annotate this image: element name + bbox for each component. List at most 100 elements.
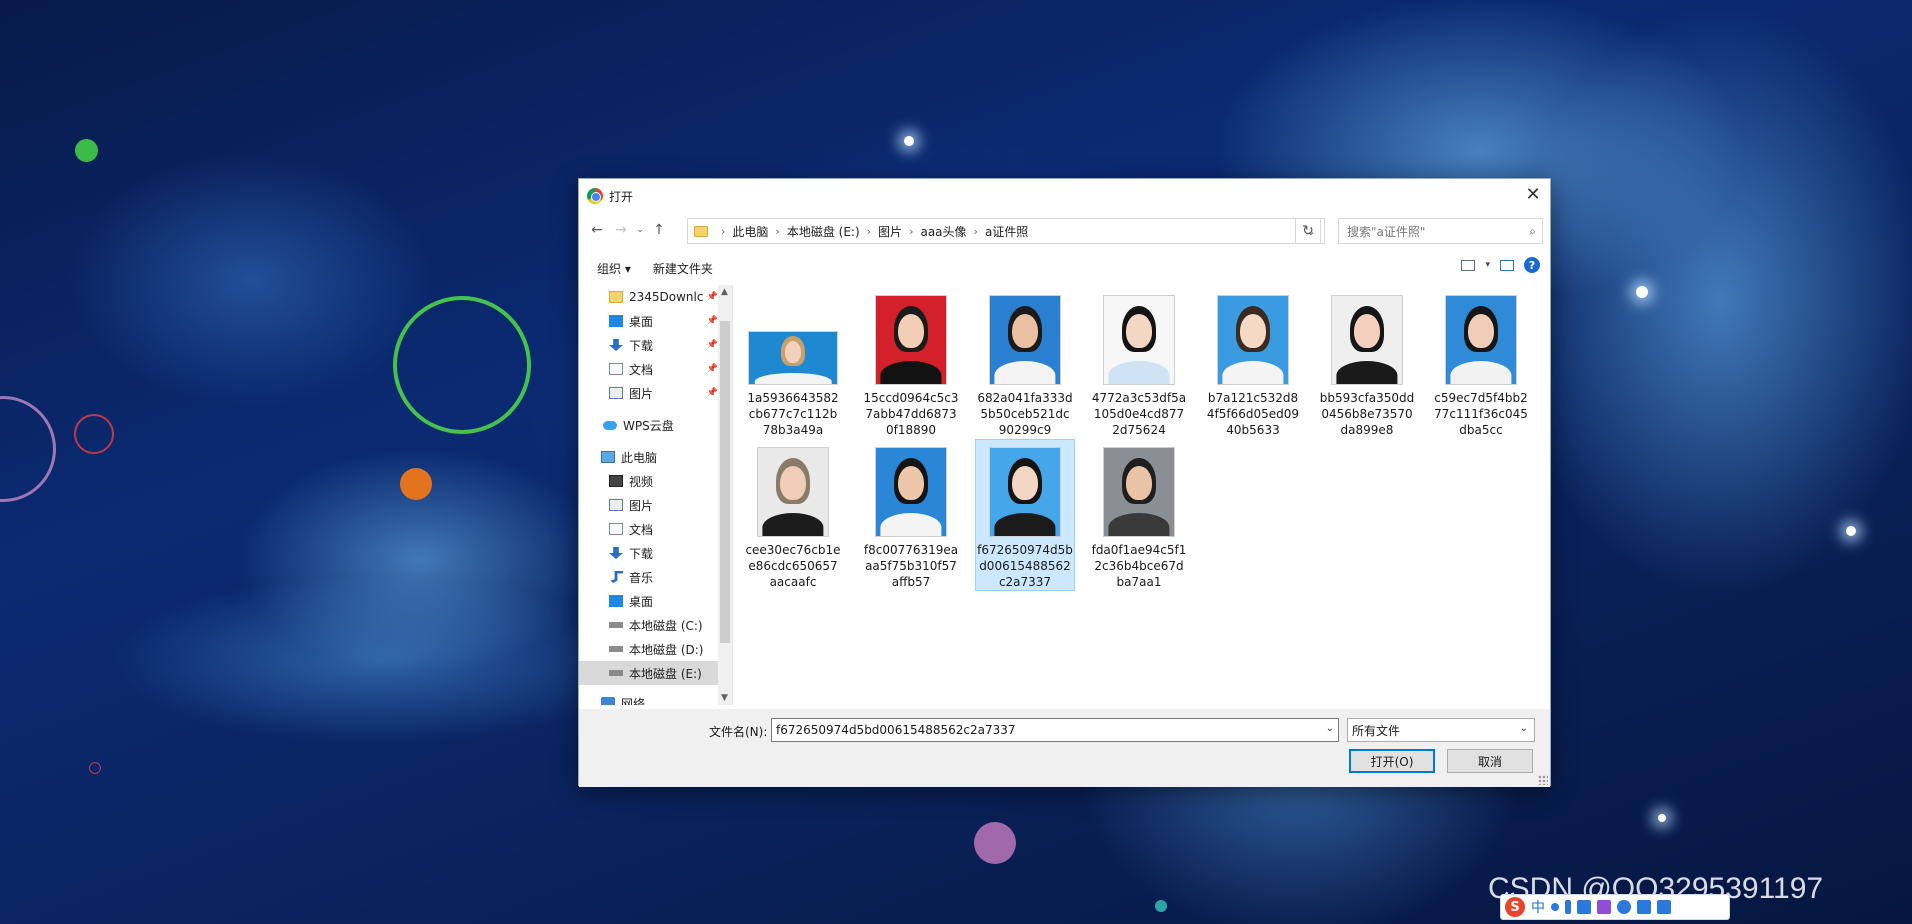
thumbnail-area: [743, 439, 843, 537]
file-item[interactable]: 15ccd0964c5c37abb47dd68730f18890: [861, 287, 961, 439]
sidebar-item[interactable]: 文档: [579, 517, 732, 541]
sidebar-item[interactable]: 桌面 📌: [579, 309, 732, 333]
skin-icon[interactable]: [1597, 900, 1611, 914]
thumbnail-area: [1203, 287, 1303, 385]
recent-locations-chevron-icon[interactable]: ⌄: [633, 218, 647, 242]
breadcrumb-pictures[interactable]: 图片: [878, 223, 902, 240]
nav-scrollbar[interactable]: ▲ ▼: [718, 285, 732, 705]
more-icon[interactable]: [1657, 900, 1671, 914]
portrait-shoulders: [1336, 361, 1398, 384]
cancel-button[interactable]: 取消: [1447, 749, 1533, 773]
apps-grid-icon[interactable]: [1637, 900, 1651, 914]
photo-thumbnail: [875, 447, 947, 537]
red-ring-decoration: [74, 414, 114, 454]
file-item[interactable]: f8c00776319eaaa5f75b310f57affb57: [861, 439, 961, 591]
scroll-up-icon[interactable]: ▲: [721, 287, 728, 297]
preview-pane-icon[interactable]: [1500, 259, 1514, 271]
sidebar-item[interactable]: 网络: [579, 691, 732, 705]
up-arrow-icon[interactable]: ↑: [647, 218, 671, 242]
pin-icon: 📌: [706, 388, 718, 398]
photo-thumbnail: [757, 447, 829, 537]
back-arrow-icon[interactable]: ←: [585, 218, 609, 242]
breadcrumb-this-pc[interactable]: 此电脑: [732, 223, 768, 240]
sidebar-item[interactable]: 视频: [579, 469, 732, 493]
file-item[interactable]: 1a5936643582cb677c7c112b78b3a49a: [743, 287, 843, 439]
resize-grip-icon[interactable]: [1538, 775, 1548, 785]
address-bar[interactable]: › 此电脑 › 本地磁盘 (E:) › 图片 › aaa头像 › a证件照 ⌄: [687, 218, 1325, 244]
keyboard-icon[interactable]: [1577, 900, 1591, 914]
file-item[interactable]: bb593cfa350dd0456b8e73570da899e8: [1317, 287, 1417, 439]
desktop-icon: [609, 315, 623, 327]
search-input[interactable]: 搜索"a证件照" ⌕: [1338, 218, 1543, 244]
portrait-shoulders: [994, 513, 1056, 536]
sidebar-item[interactable]: 音乐: [579, 565, 732, 589]
sidebar-item[interactable]: 2345Downlc 📌: [579, 285, 732, 309]
file-item[interactable]: cee30ec76cb1ee86cdc650657aacaafc: [743, 439, 843, 591]
new-folder-button[interactable]: 新建文件夹: [645, 256, 721, 281]
file-item[interactable]: 682a041fa333d5b50ceb521dc90299c9: [975, 287, 1075, 439]
ime-toolbar: S 中: [1500, 894, 1730, 920]
sidebar-item[interactable]: 本地磁盘 (D:): [579, 637, 732, 661]
thumbnail-area: [1089, 287, 1189, 385]
punctuation-icon[interactable]: [1551, 903, 1559, 911]
change-view-icon[interactable]: [1461, 259, 1476, 271]
document-icon: [609, 523, 623, 535]
ime-language-indicator[interactable]: 中: [1531, 897, 1545, 917]
chevron-down-icon[interactable]: ⌄: [1326, 723, 1334, 734]
file-item[interactable]: b7a121c532d84f5f66d05ed0940b5633: [1203, 287, 1303, 439]
thumbnail-area: [743, 287, 843, 385]
sidebar-item[interactable]: 桌面: [579, 589, 732, 613]
sidebar-item[interactable]: 本地磁盘 (E:): [579, 661, 732, 685]
open-button[interactable]: 打开(O): [1349, 749, 1435, 773]
file-item[interactable]: c59ec7d5f4bb277c111f36c045dba5cc: [1431, 287, 1531, 439]
sidebar-item[interactable]: WPS云盘: [579, 413, 732, 437]
sidebar-item[interactable]: 文档 📌: [579, 357, 732, 381]
microphone-icon[interactable]: [1565, 900, 1571, 914]
tools-icon[interactable]: [1617, 900, 1631, 914]
organize-button[interactable]: 组织 ▾: [589, 256, 639, 281]
file-name: f8c00776319eaaa5f75b310f57affb57: [863, 543, 959, 589]
file-item[interactable]: fda0f1ae94c5f12c36b4bce67dba7aa1: [1089, 439, 1189, 591]
forward-arrow-icon[interactable]: →: [609, 218, 633, 242]
sogou-logo-icon[interactable]: S: [1505, 897, 1525, 917]
breadcrumb-id-photos[interactable]: a证件照: [985, 223, 1028, 240]
view-controls: ▾ ?: [1461, 257, 1540, 273]
search-placeholder: 搜索"a证件照": [1347, 224, 1426, 239]
view-menu-chevron-icon[interactable]: ▾: [1485, 260, 1490, 270]
refresh-icon[interactable]: ↻: [1295, 218, 1321, 244]
download-icon: [609, 339, 623, 351]
pin-icon: 📌: [706, 316, 718, 326]
breadcrumb-drive-e[interactable]: 本地磁盘 (E:): [787, 223, 860, 240]
portrait-face: [1012, 466, 1038, 500]
sidebar-item[interactable]: 此电脑: [579, 445, 732, 469]
file-item[interactable]: 4772a3c53df5a105d0e4cd8772d75624: [1089, 287, 1189, 439]
chevron-down-icon: ⌄: [1519, 723, 1528, 734]
portrait-shoulders: [1450, 361, 1512, 384]
sidebar-item[interactable]: 图片: [579, 493, 732, 517]
filetype-select[interactable]: 所有文件 ⌄: [1347, 718, 1535, 742]
portrait-shoulders: [754, 372, 832, 384]
sidebar-item[interactable]: 下载 📌: [579, 333, 732, 357]
file-item[interactable]: f672650974d5bd00615488562c2a7337: [975, 439, 1075, 591]
help-icon[interactable]: ?: [1524, 257, 1540, 273]
filename-label: 文件名(N):: [709, 725, 768, 739]
sidebar-item[interactable]: 下载: [579, 541, 732, 565]
file-name: 4772a3c53df5a105d0e4cd8772d75624: [1091, 391, 1187, 437]
filename-input[interactable]: f672650974d5bd00615488562c2a7337 ⌄: [771, 718, 1339, 742]
network-icon: [601, 697, 615, 705]
sidebar-item[interactable]: 本地磁盘 (C:): [579, 613, 732, 637]
sidebar-item-label: 文档: [629, 362, 654, 377]
sidebar-item-label: 本地磁盘 (E:): [629, 666, 702, 681]
star-decoration: [904, 136, 914, 146]
close-button[interactable]: ✕: [1516, 179, 1550, 209]
file-name: 682a041fa333d5b50ceb521dc90299c9: [977, 391, 1073, 437]
scroll-thumb[interactable]: [720, 321, 730, 643]
portrait-face: [898, 314, 924, 348]
scroll-down-icon[interactable]: ▼: [721, 693, 728, 703]
portrait-shoulders: [994, 361, 1056, 384]
star-decoration: [1846, 526, 1856, 536]
thumbnail-area: [1089, 439, 1189, 537]
portrait-shoulders: [1222, 361, 1284, 384]
breadcrumb-aaa-avatars[interactable]: aaa头像: [920, 223, 966, 240]
sidebar-item[interactable]: 图片 📌: [579, 381, 732, 405]
